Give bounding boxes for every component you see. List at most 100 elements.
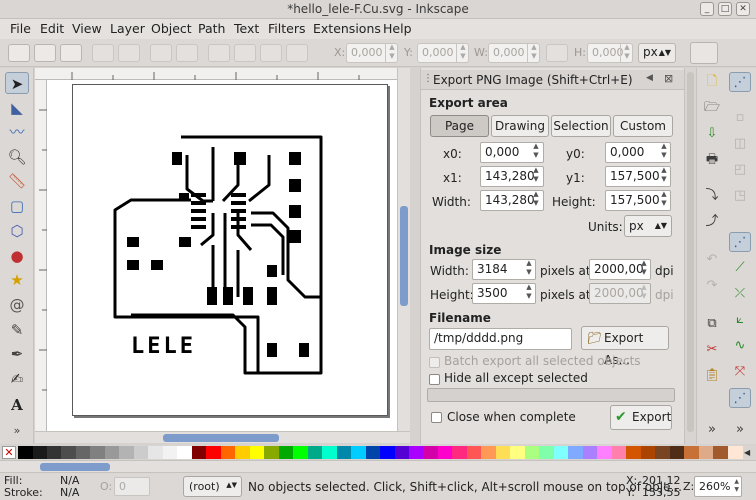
area-width-spinner[interactable]: ▲ ▼ [530, 190, 542, 211]
palette-swatch[interactable] [220, 446, 236, 459]
undo-icon[interactable]: ↶ [701, 250, 723, 270]
palette-swatch[interactable] [423, 446, 439, 459]
menu-file[interactable]: File [10, 21, 31, 36]
area-drawing-button[interactable]: Drawing [491, 115, 549, 137]
measure-tool-icon[interactable]: 📏︎ [5, 170, 29, 192]
snap-more-icon[interactable]: » [729, 420, 751, 440]
rotate-cw-icon[interactable] [118, 44, 140, 62]
export-button[interactable]: ✔ Export [610, 405, 672, 430]
calligraphy-tool-icon[interactable]: ✍ [5, 368, 29, 390]
paste-icon[interactable]: 📋︎ [701, 366, 723, 386]
tweak-tool-icon[interactable]: 〰 [5, 121, 29, 143]
snap-smooth-nodes-icon[interactable]: ∿ [729, 336, 751, 356]
w-spinner[interactable]: ▲ ▼ [527, 43, 540, 63]
palette-swatch[interactable] [365, 446, 381, 459]
spiral-tool-icon[interactable]: @ [5, 294, 29, 316]
dock-scroll-thumb[interactable] [687, 72, 694, 432]
zoom-spinner-icon[interactable]: ▲ ▼ [734, 478, 739, 494]
palette-swatch[interactable] [452, 446, 468, 459]
deselect-icon[interactable] [60, 44, 82, 62]
menu-text[interactable]: Text [234, 21, 259, 36]
dock-close-icon[interactable]: ⊠ [664, 72, 673, 85]
horizontal-scroll-thumb[interactable] [163, 434, 279, 442]
cut-icon[interactable]: ✂ [701, 340, 723, 360]
palette-swatch[interactable] [32, 446, 48, 459]
palette-swatch[interactable] [293, 446, 309, 459]
image-height-spinner[interactable]: ▲ ▼ [523, 283, 535, 304]
x0-spinner[interactable]: ▲ ▼ [530, 142, 542, 163]
x-spinner[interactable]: ▲ ▼ [385, 43, 398, 63]
palette-swatch[interactable] [162, 446, 178, 459]
minimize-button[interactable]: _ [700, 2, 714, 16]
node-tool-icon[interactable]: ◣ [5, 97, 29, 119]
commands-more-icon[interactable]: » [701, 420, 723, 440]
horizontal-scrollbar[interactable] [35, 431, 410, 443]
snap-paths-icon[interactable]: ⟋ [729, 258, 751, 278]
palette-swatch[interactable] [336, 446, 352, 459]
palette-swatch[interactable] [611, 446, 627, 459]
palette-scroll-thumb[interactable] [40, 463, 110, 471]
palette-swatch[interactable] [626, 446, 642, 459]
palette-swatch[interactable] [655, 446, 671, 459]
lower-to-bottom-icon[interactable] [286, 44, 308, 62]
y-spinner[interactable]: ▲ ▼ [456, 43, 469, 63]
palette-swatch[interactable] [727, 446, 743, 459]
rectangle-tool-icon[interactable]: ▢ [5, 195, 29, 217]
close-window-button[interactable]: ✕ [736, 2, 750, 16]
export-as-button[interactable]: 📁︎ Export As... [581, 326, 669, 367]
palette-swatch[interactable] [177, 446, 193, 459]
pencil-tool-icon[interactable]: ✎ [5, 319, 29, 341]
palette-swatch[interactable] [307, 446, 323, 459]
text-tool-icon[interactable]: A [5, 394, 29, 416]
snap-midpoints-icon[interactable]: ⤧ [729, 362, 751, 382]
palette-swatch[interactable] [90, 446, 106, 459]
palette-swatch[interactable] [322, 446, 338, 459]
menu-filters[interactable]: Filters [268, 21, 305, 36]
palette-swatch[interactable] [409, 446, 424, 459]
palette-swatch[interactable] [510, 446, 526, 459]
ellipse-tool-icon[interactable]: ● [5, 245, 29, 267]
x1-spinner[interactable]: ▲ ▼ [530, 166, 542, 187]
save-icon[interactable]: ⇩ [701, 124, 723, 144]
palette-swatch[interactable] [524, 446, 540, 459]
snap-bbox-icon[interactable]: ▫ [729, 108, 751, 128]
pen-tool-icon[interactable]: ✒ [5, 343, 29, 365]
palette-swatch[interactable] [553, 446, 569, 459]
palette-swatch[interactable] [539, 446, 555, 459]
lock-icon[interactable] [546, 44, 568, 62]
select-tool-icon[interactable]: ➤ [5, 72, 29, 94]
copy-icon[interactable]: ⧉ [701, 314, 723, 334]
area-selection-button[interactable]: Selection [551, 115, 611, 137]
palette-swatch[interactable] [582, 446, 598, 459]
palette-swatch[interactable] [61, 446, 77, 459]
menu-path[interactable]: Path [198, 21, 225, 36]
star-tool-icon[interactable]: ★ [5, 269, 29, 291]
y1-spinner[interactable]: ▲ ▼ [658, 166, 670, 187]
palette-swatch[interactable] [264, 446, 280, 459]
palette-swatch[interactable] [148, 446, 164, 459]
new-document-icon[interactable]: 🗋 [701, 72, 723, 92]
palette-swatch[interactable] [18, 446, 33, 459]
palette-swatch[interactable] [235, 446, 251, 459]
menu-view[interactable]: View [72, 21, 102, 36]
flip-vertical-icon[interactable] [176, 44, 198, 62]
units-select[interactable]: px ▲▼ [624, 215, 672, 237]
palette-swatch[interactable] [394, 446, 410, 459]
palette-swatch[interactable] [380, 446, 395, 459]
palette-swatch[interactable] [466, 446, 482, 459]
area-page-button[interactable]: Page [430, 115, 489, 137]
menu-extensions[interactable]: Extensions [313, 21, 381, 36]
palette-menu-icon[interactable]: ◀ [744, 446, 754, 459]
palette-swatch[interactable] [698, 446, 714, 459]
area-height-spinner[interactable]: ▲ ▼ [658, 190, 670, 211]
expand-toolbox-icon[interactable]: » [5, 420, 29, 442]
lower-icon[interactable] [260, 44, 282, 62]
print-icon[interactable]: 🖶 [701, 150, 723, 170]
palette-swatch[interactable] [278, 446, 294, 459]
palette-swatch[interactable] [75, 446, 91, 459]
zoom-field[interactable]: 260% ▲ ▼ [694, 476, 742, 497]
close-when-complete-checkbox[interactable] [431, 412, 442, 423]
snap-nodes-icon[interactable]: ⋰ [729, 232, 751, 252]
snap-others-icon[interactable]: ⋰ [729, 388, 751, 408]
dock-iconify-icon[interactable]: ◀ [646, 73, 653, 83]
